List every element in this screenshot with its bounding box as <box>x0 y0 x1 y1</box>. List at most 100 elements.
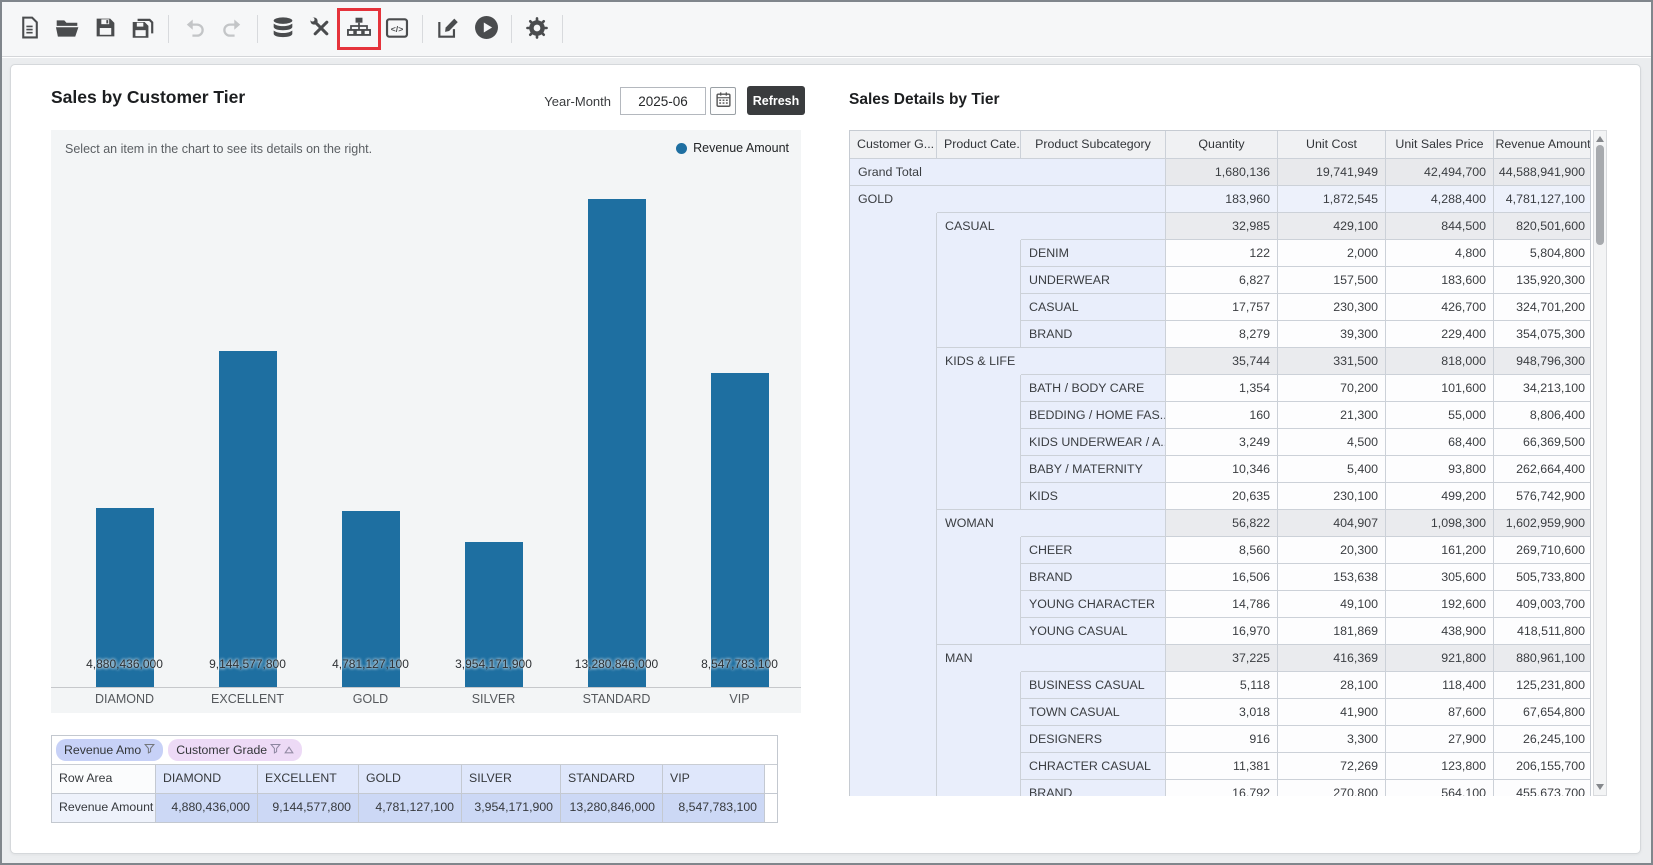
details-cell-unit_cost: 21,300 <box>1278 402 1386 429</box>
details-cell-revenue_amount: 820,501,600 <box>1494 213 1591 240</box>
run-button[interactable] <box>467 7 505 51</box>
dimension-chip[interactable]: Customer Grade <box>168 739 302 761</box>
calendar-icon <box>715 91 732 111</box>
pivot-measure-label: Revenue Amount <box>52 794 156 822</box>
details-cell-quantity: 37,225 <box>1166 645 1278 672</box>
details-category-continuation <box>937 699 1021 726</box>
details-cell-revenue_amount: 262,664,400 <box>1494 456 1591 483</box>
new-document-button[interactable] <box>10 7 48 51</box>
details-tier-continuation <box>850 753 937 780</box>
details-table-body: Grand Total1,680,13619,741,94942,494,700… <box>850 159 1590 796</box>
details-category-continuation <box>937 294 1021 321</box>
bar-value-label: 4,880,436,000 <box>63 657 186 671</box>
details-tier-continuation <box>850 375 937 402</box>
details-label-tier: GOLD <box>850 186 937 213</box>
bar-value-label: 4,781,127,100 <box>309 657 432 671</box>
details-label-subcategory: KIDS UNDERWEAR / A... <box>1021 429 1166 456</box>
save-all-icon <box>130 15 156 44</box>
details-category-continuation <box>937 456 1021 483</box>
pivot-value-cell: 8,547,783,100 <box>663 794 765 822</box>
details-cell-unit_sales_price: 305,600 <box>1386 564 1494 591</box>
details-cell-unit_sales_price: 101,600 <box>1386 375 1494 402</box>
toolbar-separator <box>168 15 169 43</box>
details-cell-unit_cost: 4,500 <box>1278 429 1386 456</box>
measure-chip-label: Revenue Amo <box>64 743 141 757</box>
x-axis-label: STANDARD <box>555 692 678 706</box>
details-scrollbar[interactable] <box>1593 130 1607 796</box>
x-axis-label: GOLD <box>309 692 432 706</box>
details-row: BRAND16,506153,638305,600505,733,800 <box>850 564 1590 591</box>
details-cell-unit_cost: 331,500 <box>1278 348 1386 375</box>
details-tier-continuation <box>850 645 937 672</box>
details-cell-quantity: 16,792 <box>1166 780 1278 796</box>
bar-EXCELLENT[interactable] <box>219 351 277 687</box>
details-row: CASUAL32,985429,100844,500820,501,600 <box>850 213 1590 240</box>
tools-button[interactable] <box>302 7 340 51</box>
details-cell-quantity: 32,985 <box>1166 213 1278 240</box>
details-label-subcategory: BUSINESS CASUAL <box>1021 672 1166 699</box>
details-cell-revenue_amount: 505,733,800 <box>1494 564 1591 591</box>
details-cell-quantity: 6,827 <box>1166 267 1278 294</box>
scroll-down-icon[interactable] <box>1596 784 1604 790</box>
details-cell-quantity: 3,018 <box>1166 699 1278 726</box>
redo-icon <box>220 15 245 43</box>
save-all-button[interactable] <box>124 7 162 51</box>
bar-value-label: 8,547,783,100 <box>678 657 801 671</box>
pivot-grid: Revenue Amo Customer Grade Row AreaDIAMO… <box>51 735 778 823</box>
right-panel-title: Sales Details by Tier <box>849 91 1000 109</box>
details-category-continuation <box>937 267 1021 294</box>
details-cell-unit_cost: 20,300 <box>1278 537 1386 564</box>
details-header-row: Customer G...Product Cate...Product Subc… <box>850 131 1590 159</box>
details-cell-unit_cost: 1,872,545 <box>1278 186 1386 213</box>
open-folder-button[interactable] <box>48 7 86 51</box>
redo-button[interactable] <box>213 7 251 51</box>
undo-button[interactable] <box>175 7 213 51</box>
details-category-continuation <box>937 240 1021 267</box>
details-category-continuation <box>937 321 1021 348</box>
details-tier-continuation <box>850 510 937 537</box>
details-cell-unit_sales_price: 123,800 <box>1386 753 1494 780</box>
dimension-chip-label: Customer Grade <box>176 743 267 757</box>
bar-STANDARD[interactable] <box>588 199 646 687</box>
details-column-header: Product Cate... <box>937 131 1021 159</box>
details-tier-continuation <box>850 213 937 240</box>
bar-VIP[interactable] <box>711 373 769 687</box>
details-label-subcategory: TOWN CASUAL <box>1021 699 1166 726</box>
refresh-button[interactable]: Refresh <box>747 86 805 115</box>
scroll-up-icon[interactable] <box>1596 136 1604 142</box>
details-row: UNDERWEAR6,827157,500183,600135,920,300 <box>850 267 1590 294</box>
details-label-category: KIDS & LIFE <box>937 348 1021 375</box>
database-button[interactable] <box>264 7 302 51</box>
details-cell-quantity: 1,680,136 <box>1166 159 1278 186</box>
details-cell-quantity: 3,249 <box>1166 429 1278 456</box>
details-cell-quantity: 183,960 <box>1166 186 1278 213</box>
details-cell-unit_cost: 5,400 <box>1278 456 1386 483</box>
details-row: DENIM1222,0004,8005,804,800 <box>850 240 1590 267</box>
details-cell-unit_cost: 153,638 <box>1278 564 1386 591</box>
details-tier-continuation <box>850 240 937 267</box>
details-tier-continuation <box>850 591 937 618</box>
details-category-span <box>1021 348 1166 375</box>
calendar-button[interactable] <box>710 87 736 115</box>
open-folder-icon <box>54 15 80 44</box>
save-button[interactable] <box>86 7 124 51</box>
details-category-continuation <box>937 429 1021 456</box>
details-label-subcategory: YOUNG CASUAL <box>1021 618 1166 645</box>
details-cell-quantity: 160 <box>1166 402 1278 429</box>
settings-button[interactable] <box>518 7 556 51</box>
details-cell-revenue_amount: 948,796,300 <box>1494 348 1591 375</box>
details-row: YOUNG CHARACTER14,78649,100192,600409,00… <box>850 591 1590 618</box>
edit-button[interactable] <box>429 7 467 51</box>
year-month-input[interactable] <box>620 87 706 115</box>
details-label-subcategory: UNDERWEAR <box>1021 267 1166 294</box>
measure-chip[interactable]: Revenue Amo <box>56 739 163 761</box>
details-tier-continuation <box>850 402 937 429</box>
details-column-header: Customer G... <box>850 131 937 159</box>
details-label-subcategory: KIDS <box>1021 483 1166 510</box>
svg-text:</>: </> <box>391 23 404 33</box>
scrollbar-thumb[interactable] <box>1596 145 1604 245</box>
details-cell-quantity: 17,757 <box>1166 294 1278 321</box>
hierarchy-button[interactable] <box>340 7 378 51</box>
details-tier-continuation <box>850 780 937 796</box>
code-editor-button[interactable]: </> <box>378 7 416 51</box>
